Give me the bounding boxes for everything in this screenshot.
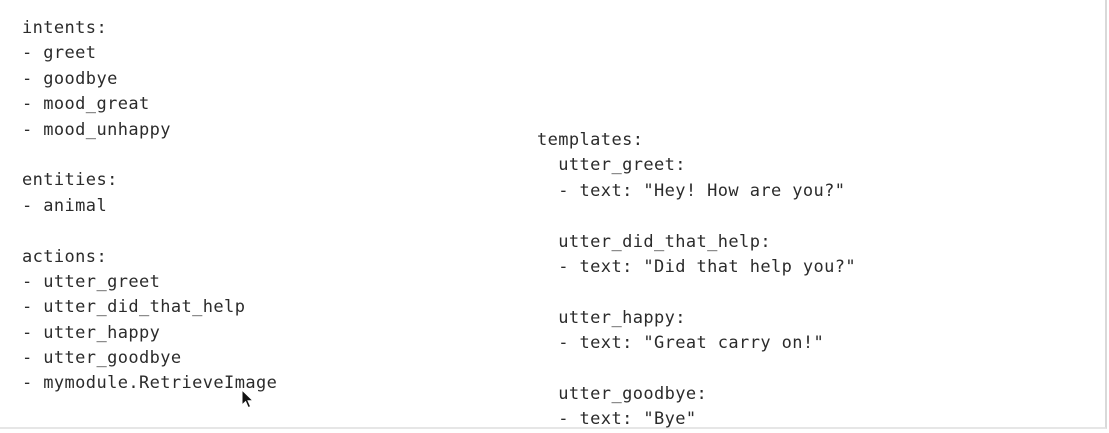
intents-heading: intents: (22, 18, 108, 38)
template-text: - text: "Great carry on!" (537, 333, 825, 354)
template-text: - text: "Hey! How are you?" (537, 180, 846, 201)
action-item: - utter_goodbye (22, 348, 182, 369)
template-text: - text: "Did that help you?" (537, 256, 857, 277)
intent-item: - mood_great (22, 94, 150, 115)
domain-config-right-column: templates: utter_greet: - text: "Hey! Ho… (537, 128, 856, 433)
intent-item: - goodbye (22, 68, 118, 89)
actions-heading: actions: (22, 246, 108, 267)
mouse-pointer-icon (241, 389, 255, 409)
entities-heading: entities: (22, 170, 118, 191)
action-item: - utter_happy (22, 322, 161, 343)
action-item: - mymodule.RetrieveImage (22, 373, 278, 394)
intent-item: - mood_unhappy (22, 119, 171, 140)
template-name: utter_goodbye: (537, 383, 708, 404)
template-name: utter_happy: (537, 307, 686, 328)
intent-item: - greet (22, 43, 97, 64)
template-name: utter_did_that_help: (537, 231, 771, 252)
action-item: - utter_did_that_help (22, 297, 246, 318)
template-name: utter_greet: (537, 155, 686, 176)
entity-item: - animal (22, 195, 108, 216)
domain-config-left-column: intents: - greet - goodbye - mood_great … (22, 16, 277, 397)
templates-heading: templates: (537, 130, 644, 150)
action-item: - utter_greet (22, 271, 161, 292)
